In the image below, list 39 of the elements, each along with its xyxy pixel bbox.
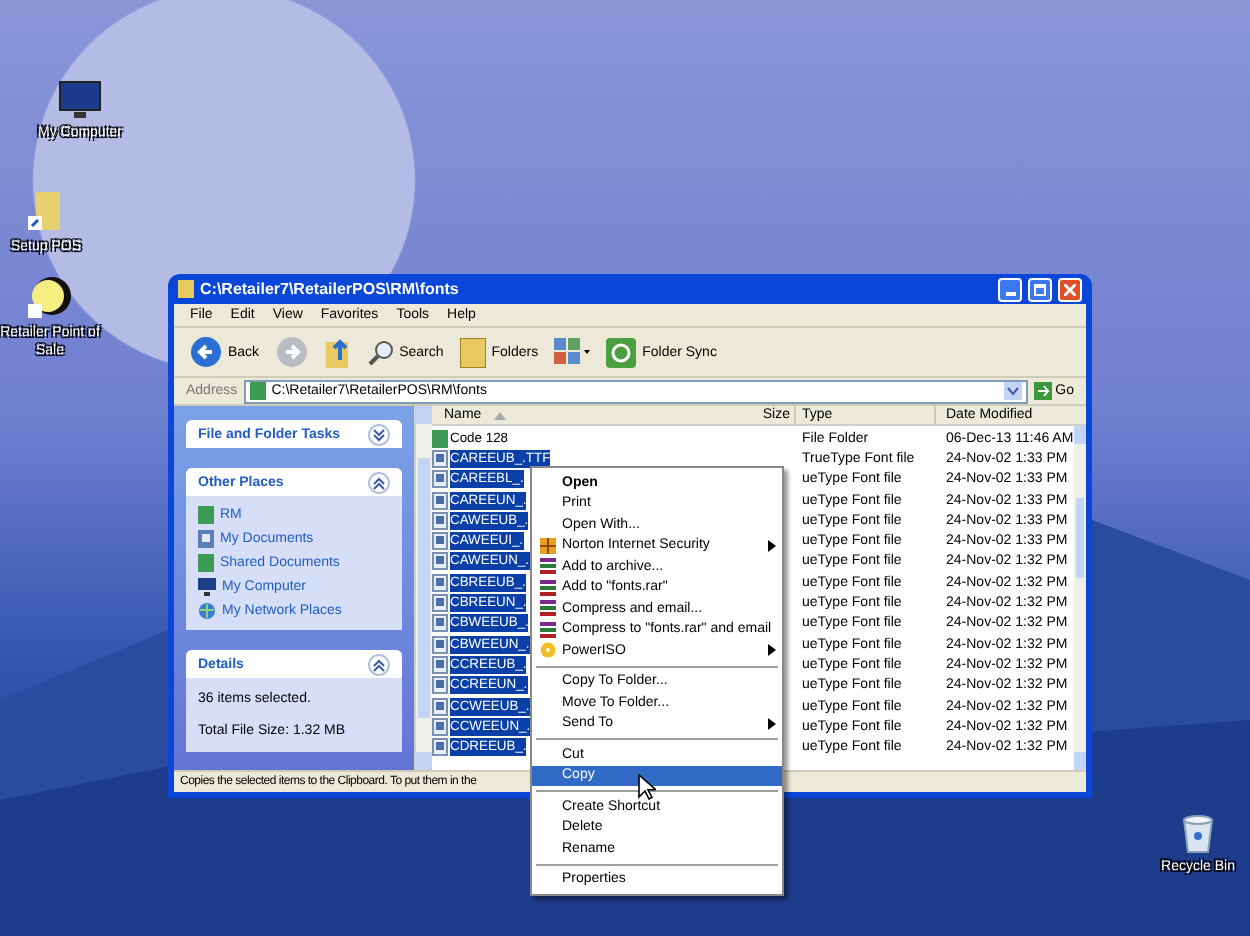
globe-icon: [198, 602, 216, 620]
folder-icon: [432, 429, 448, 448]
maximize-button[interactable]: [1028, 277, 1052, 301]
document-folder-icon: [198, 530, 214, 548]
folder-up-icon: [323, 336, 352, 368]
books-icon: [540, 558, 556, 575]
collapse-chevron-icon[interactable]: [368, 471, 390, 493]
submenu-arrow-icon: [768, 539, 776, 552]
dropdown-arrow-icon[interactable]: [1003, 382, 1022, 400]
folder-shortcut-icon: [28, 190, 64, 234]
folder-icon: [249, 382, 266, 400]
recycle-bin-icon: [1182, 814, 1214, 854]
moon-shortcut-icon: [28, 276, 72, 320]
submenu-arrow-icon: [768, 644, 776, 657]
books-icon: [540, 600, 556, 617]
collapse-chevron-icon[interactable]: [368, 653, 390, 675]
folders-icon: [459, 337, 486, 367]
folder-icon: [198, 506, 214, 524]
views-grid-icon: [554, 338, 591, 366]
close-button[interactable]: [1058, 277, 1082, 301]
submenu-arrow-icon: [768, 717, 776, 730]
disc-icon: [540, 642, 556, 659]
monitor-icon: [58, 80, 102, 120]
folder-icon: [178, 280, 194, 298]
computer-icon: [198, 578, 216, 596]
close-icon: [1064, 283, 1076, 295]
minimize-button[interactable]: [998, 277, 1022, 301]
folder-icon: [198, 554, 214, 572]
scrollbar[interactable]: [414, 406, 432, 770]
search-icon: [367, 339, 394, 365]
globe-shield-icon: [540, 537, 556, 554]
sort-ascending-icon: [493, 411, 506, 419]
books-icon: [540, 621, 556, 638]
expand-chevron-icon[interactable]: [368, 423, 390, 445]
window-title: C:\Retailer7\RetailerPOS\RM\fonts: [200, 281, 461, 297]
mouse-pointer-icon: [638, 774, 656, 800]
sync-icon: [606, 337, 637, 367]
scrollbar[interactable]: [1073, 426, 1086, 770]
books-icon: [540, 579, 556, 596]
